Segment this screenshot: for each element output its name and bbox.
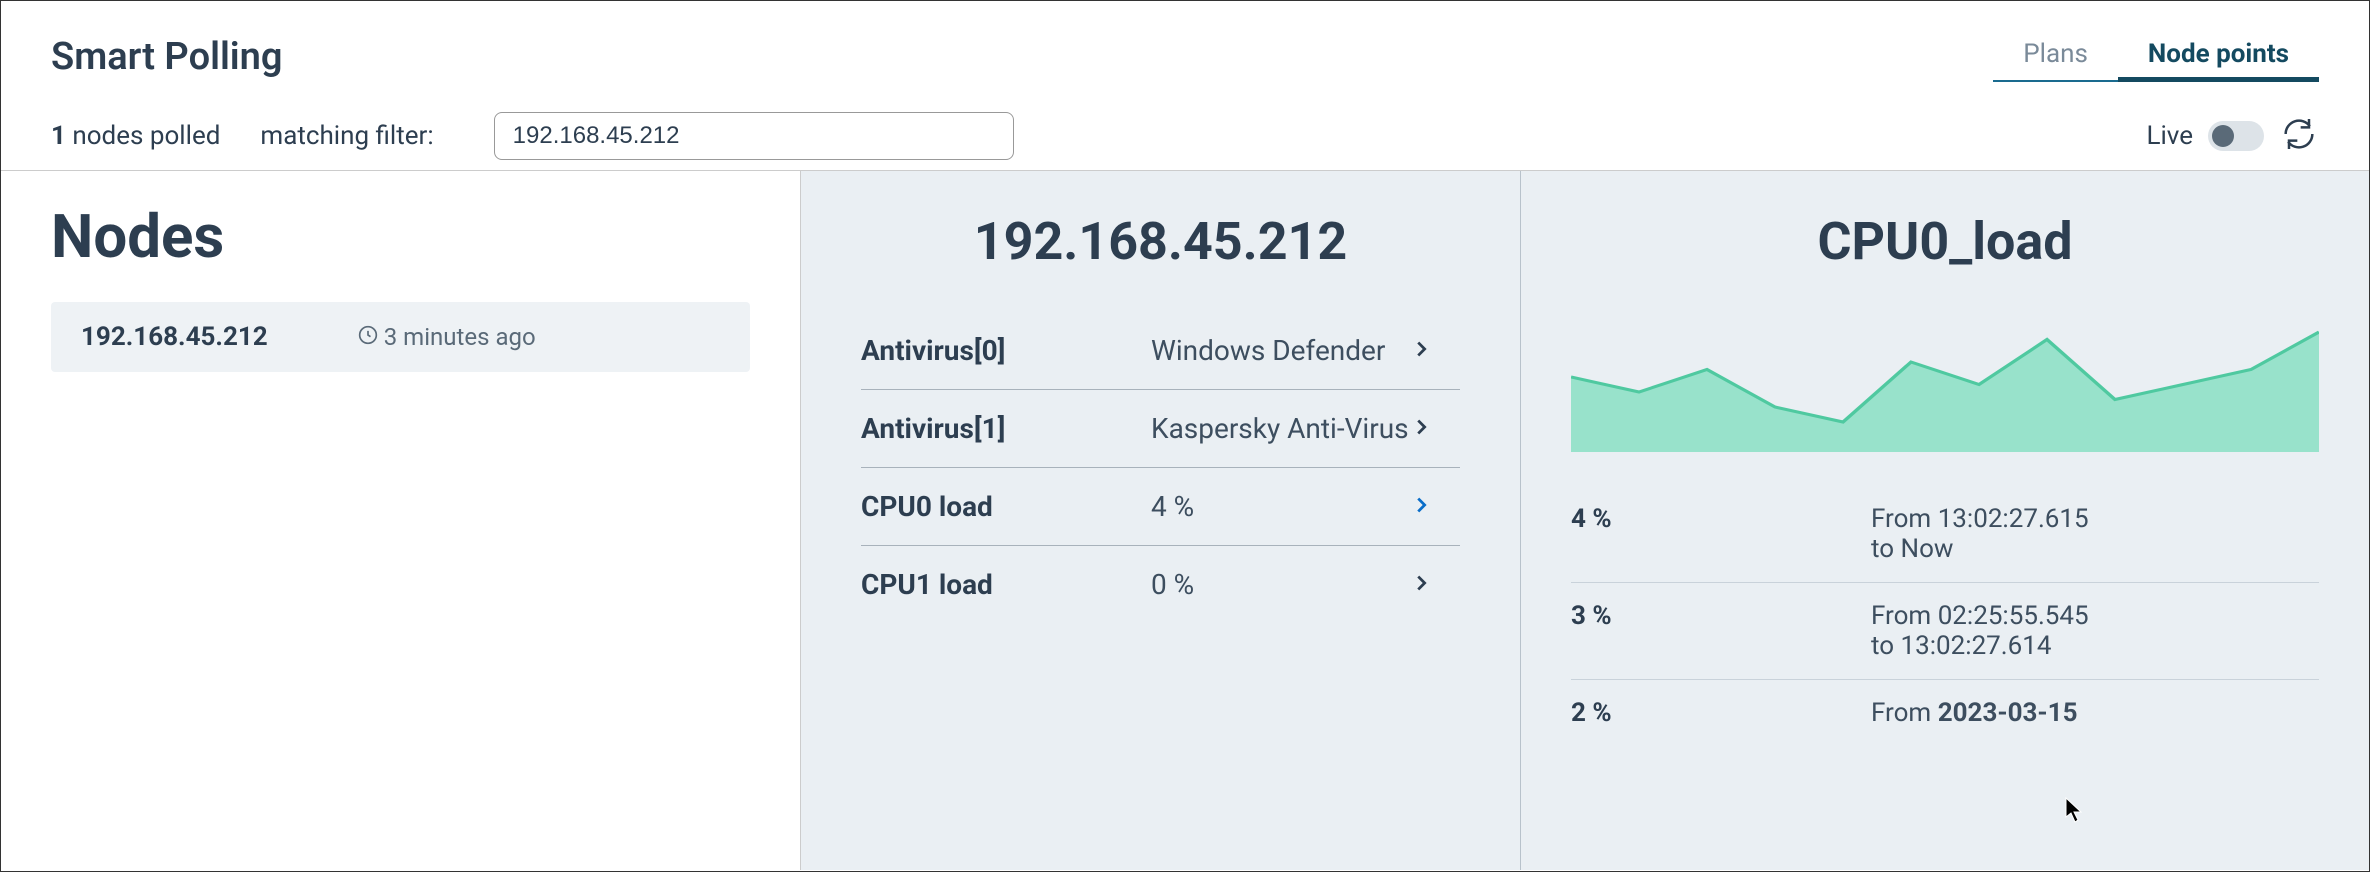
polled-count: 1 <box>51 121 66 151</box>
matching-filter-label: matching filter: <box>260 121 433 151</box>
clock-icon <box>358 323 378 351</box>
filter-input[interactable] <box>494 112 1014 160</box>
history-row: 2 % From 2023-03-15 <box>1571 680 2319 746</box>
history-time: From 02:25:55.545 to 13:02:27.614 <box>1871 601 2319 661</box>
node-time: 3 minutes ago <box>358 323 536 351</box>
history-title: CPU0_load <box>1571 211 2319 272</box>
nodes-panel: Nodes 192.168.45.212 3 minutes ago <box>1 171 801 870</box>
chevron-right-icon <box>1410 338 1460 364</box>
detail-panel: 192.168.45.212 Antivirus[0] Windows Defe… <box>801 171 1521 870</box>
metric-value: Windows Defender <box>1151 334 1410 367</box>
metric-row-antivirus1[interactable]: Antivirus[1] Kaspersky Anti-Virus <box>861 390 1460 468</box>
history-row: 3 % From 02:25:55.545 to 13:02:27.614 <box>1571 583 2319 680</box>
metric-row-antivirus0[interactable]: Antivirus[0] Windows Defender <box>861 312 1460 390</box>
history-value: 3 % <box>1571 601 1871 661</box>
page-title: Smart Polling <box>51 35 283 79</box>
tabs: Plans Node points <box>1993 31 2319 82</box>
chevron-right-icon <box>1410 572 1460 598</box>
polled-label: nodes polled <box>72 121 220 151</box>
tab-plans[interactable]: Plans <box>1993 31 2118 82</box>
history-time: From 2023-03-15 <box>1871 698 2319 728</box>
metric-row-cpu0[interactable]: CPU0 load 4 % <box>861 468 1460 546</box>
chevron-right-icon <box>1410 494 1460 520</box>
metric-value: Kaspersky Anti-Virus <box>1151 412 1410 445</box>
metric-label: Antivirus[0] <box>861 334 1151 367</box>
history-panel: CPU0_load 4 % From 13:02:27.615 to Now 3… <box>1521 171 2369 870</box>
tab-node-points[interactable]: Node points <box>2118 31 2319 82</box>
chevron-right-icon <box>1410 416 1460 442</box>
metric-value: 4 % <box>1151 490 1410 523</box>
toggle-knob <box>2212 125 2234 147</box>
metric-label: CPU0 load <box>861 490 1151 523</box>
refresh-icon[interactable] <box>2279 114 2319 158</box>
sparkline-chart <box>1571 302 2319 456</box>
polled-count-text: 1 nodes polled <box>51 121 220 151</box>
history-time: From 13:02:27.615 to Now <box>1871 504 2319 564</box>
history-row: 4 % From 13:02:27.615 to Now <box>1571 486 2319 583</box>
metric-label: Antivirus[1] <box>861 412 1151 445</box>
node-ip: 192.168.45.212 <box>81 322 268 352</box>
live-label: Live <box>2146 121 2193 151</box>
node-item[interactable]: 192.168.45.212 3 minutes ago <box>51 302 750 372</box>
metric-label: CPU1 load <box>861 568 1151 601</box>
live-toggle[interactable] <box>2208 121 2264 151</box>
history-value: 4 % <box>1571 504 1871 564</box>
metric-value: 0 % <box>1151 568 1410 601</box>
node-time-text: 3 minutes ago <box>384 323 536 351</box>
detail-title: 192.168.45.212 <box>861 211 1460 272</box>
history-value: 2 % <box>1571 698 1871 728</box>
nodes-title: Nodes <box>51 201 750 272</box>
metric-row-cpu1[interactable]: CPU1 load 0 % <box>861 546 1460 623</box>
